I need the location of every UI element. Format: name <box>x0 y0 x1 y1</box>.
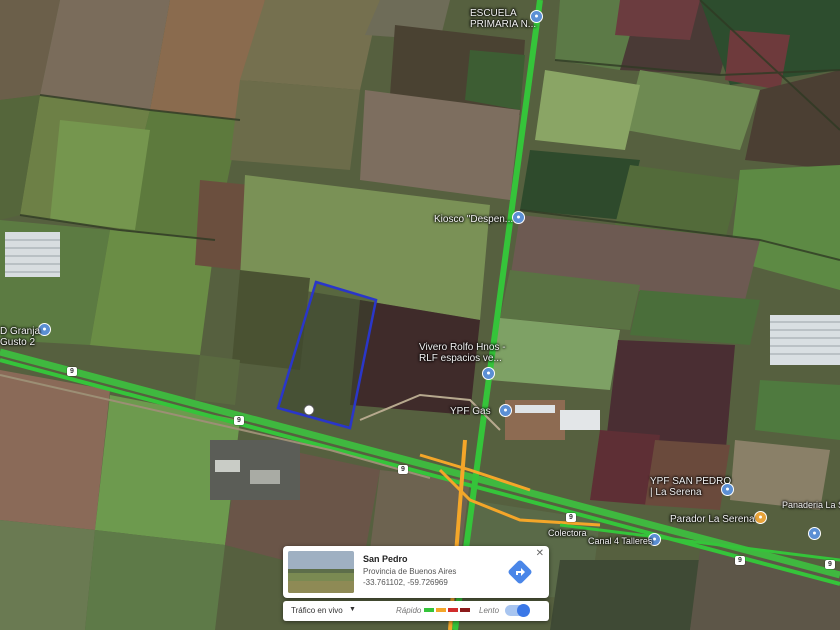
route-shield: 9 <box>67 367 77 376</box>
place-thumbnail[interactable] <box>288 551 354 593</box>
place-coordinates: -33.761102, -59.726969 <box>363 578 448 587</box>
traffic-legend: Tráfico en vivo ▼ Rápido Lento <box>283 601 549 621</box>
traffic-bar-fast <box>424 608 434 612</box>
traffic-label[interactable]: Tráfico en vivo <box>291 606 343 615</box>
traffic-slow-label: Lento <box>479 606 500 615</box>
poi-label-panaderia[interactable]: Panaderia La Serena <box>782 500 840 511</box>
traffic-bar-very-slow <box>460 608 470 612</box>
chevron-down-icon[interactable]: ▼ <box>349 606 356 613</box>
poi-label-parador[interactable]: Parador La Serena <box>670 514 755 525</box>
poi-label-escuela[interactable]: ESCUELA PRIMARIA N... <box>470 8 536 30</box>
traffic-bar-slow <box>448 608 458 612</box>
kiosco-pin-icon[interactable]: ● <box>512 211 525 224</box>
place-subtitle: Provincia de Buenos Aires <box>363 567 457 576</box>
parador-pin-icon[interactable]: ● <box>754 511 767 524</box>
vivero-pin-icon[interactable]: ● <box>482 367 495 380</box>
ypf-pin-icon[interactable]: ● <box>721 483 734 496</box>
directions-icon[interactable] <box>507 559 533 585</box>
route-shield: 9 <box>825 560 835 569</box>
place-title: San Pedro <box>363 554 408 564</box>
road-label-colectora: Colectora <box>548 528 587 538</box>
toggle-knob <box>517 604 530 617</box>
route-shield: 9 <box>566 513 576 522</box>
satellite-map[interactable] <box>0 0 840 630</box>
ypf-gas-pin-icon[interactable]: ● <box>499 404 512 417</box>
route-shield: 9 <box>234 416 244 425</box>
panaderia-pin-icon[interactable]: ● <box>808 527 821 540</box>
poi-label-ypf-gas[interactable]: YPF Gas <box>450 406 491 417</box>
poi-label-canal[interactable]: Canal 4 Talleres <box>588 536 652 547</box>
route-shield: 9 <box>735 556 745 565</box>
poi-label-vivero[interactable]: Vivero Rolfo Hnos - RLF espacios ve... <box>419 342 506 364</box>
route-shield: 9 <box>398 465 408 474</box>
poi-label-kiosco[interactable]: Kiosco "Despen... <box>434 214 513 225</box>
traffic-bar-mid <box>436 608 446 612</box>
traffic-fast-label: Rápido <box>396 606 422 615</box>
traffic-toggle[interactable] <box>505 604 530 617</box>
place-info-card[interactable]: San Pedro Provincia de Buenos Aires -33.… <box>283 546 549 598</box>
poi-label-ypf[interactable]: YPF SAN PEDRO | La Serena <box>650 476 731 498</box>
poi-label-granja[interactable]: D Granja Gusto 2 <box>0 326 40 348</box>
close-icon[interactable]: ✕ <box>536 548 544 559</box>
